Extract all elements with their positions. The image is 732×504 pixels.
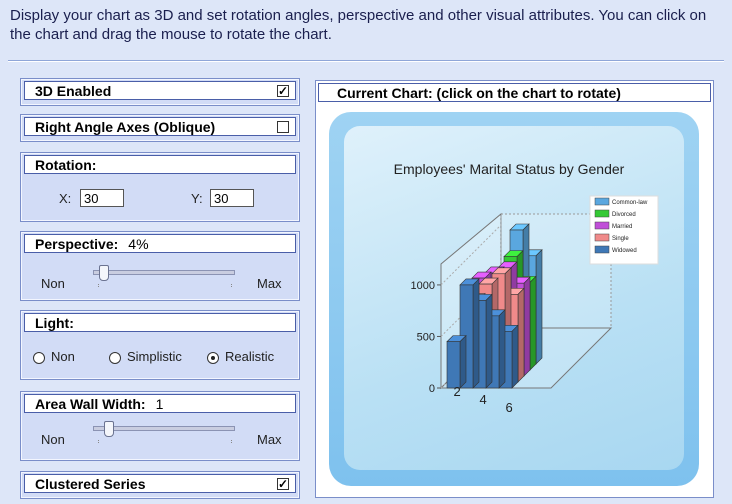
area-wall-label: Area Wall Width: [35, 396, 146, 412]
perspective-max-label: Max [257, 276, 282, 291]
legend-entry: Single [612, 236, 629, 242]
clustered-header[interactable]: Clustered Series ✓ [24, 474, 296, 493]
clustered-label: Clustered Series [35, 476, 146, 492]
light-header: Light: [24, 313, 296, 332]
area-wall-slider-thumb[interactable] [104, 421, 115, 437]
chart-area[interactable]: Employees' Marital Status by Gender 0 500… [344, 126, 684, 470]
rotation-x-label: X: [59, 191, 72, 206]
clustered-checkbox[interactable]: ✓ [277, 478, 289, 490]
3d-enabled-header[interactable]: 3D Enabled ✓ [24, 81, 296, 100]
bar-side [485, 293, 493, 389]
rotation-label: Rotation: [35, 157, 97, 173]
y-tick-label: 1000 [411, 280, 435, 292]
legend-swatch [594, 245, 610, 254]
rotation-y-input[interactable]: 30 [210, 189, 254, 207]
light-label: Light: [35, 315, 74, 331]
legend-entry: Widowed [612, 248, 637, 254]
perspective-label: Perspective: [35, 236, 119, 252]
description-text: Display your chart as 3D and set rotatio… [10, 7, 707, 43]
right-angle-checkbox[interactable] [277, 121, 289, 133]
chart-x-axis: 2 4 6 [454, 384, 513, 415]
bar-side [523, 276, 531, 377]
chart-title: Employees' Marital Status by Gender [394, 161, 625, 177]
perspective-slider-thumb[interactable] [98, 265, 109, 281]
legend-swatch [594, 221, 610, 230]
separator [8, 60, 724, 62]
rotation-y-label: Y: [191, 191, 203, 206]
x-tick-label: 4 [480, 392, 487, 407]
bar-side [511, 324, 519, 389]
bar-side [498, 309, 506, 389]
area-wall-ticks [98, 440, 232, 443]
perspective-ticks [98, 284, 232, 287]
option-area-wall: Area Wall Width: 1 Non Max [20, 391, 300, 461]
bar-side [472, 278, 480, 389]
option-clustered: Clustered Series ✓ [20, 471, 300, 499]
rotation-x-input[interactable]: 30 [80, 189, 124, 207]
bar-side [535, 249, 543, 365]
area-wall-max-label: Max [257, 432, 282, 447]
area-wall-slider[interactable] [93, 426, 235, 431]
bar-side [459, 334, 467, 389]
option-light: Light: Non Simplistic Realistic [20, 310, 300, 380]
area-wall-header: Area Wall Width: 1 [24, 394, 296, 413]
perspective-min-label: Non [41, 276, 65, 291]
legend-entry: Common-law [612, 200, 648, 206]
right-angle-header[interactable]: Right Angle Axes (Oblique) [24, 117, 296, 136]
light-radio-non[interactable] [33, 352, 45, 364]
legend-swatch [594, 197, 610, 206]
y-tick-label: 0 [429, 383, 435, 395]
light-option-realistic: Realistic [225, 349, 275, 364]
light-radio-simplistic[interactable] [109, 352, 121, 364]
option-perspective: Perspective: 4% Non Max [20, 231, 300, 301]
light-radio-realistic[interactable] [207, 352, 219, 364]
option-3d-enabled: 3D Enabled ✓ [20, 78, 300, 106]
legend-entry: Married [612, 224, 632, 230]
legend-swatch [594, 233, 610, 242]
current-chart-panel: Current Chart: (click on the chart to ro… [315, 80, 714, 498]
light-option-non: Non [51, 349, 75, 364]
perspective-value: 4% [128, 236, 149, 252]
legend-swatch [594, 209, 610, 218]
light-option-simplistic: Simplistic [127, 349, 182, 364]
rotation-header: Rotation: [24, 155, 296, 174]
bar-side [529, 275, 537, 371]
right-angle-label: Right Angle Axes (Oblique) [35, 119, 216, 135]
perspective-header: Perspective: 4% [24, 234, 296, 253]
perspective-slider[interactable] [93, 270, 235, 275]
x-tick-label: 6 [506, 400, 513, 415]
x-tick-label: 2 [454, 384, 461, 399]
chart-frame[interactable]: Employees' Marital Status by Gender 0 500… [329, 112, 699, 486]
3d-enabled-checkbox[interactable]: ✓ [277, 85, 289, 97]
bar [446, 341, 461, 389]
bar-side [517, 287, 525, 383]
3d-enabled-label: 3D Enabled [35, 83, 112, 99]
option-rotation: Rotation: X: 30 Y: 30 [20, 152, 300, 222]
y-tick-label: 500 [417, 331, 435, 343]
chart-panel-header: Current Chart: (click on the chart to ro… [318, 83, 711, 102]
chart-svg[interactable]: Employees' Marital Status by Gender 0 500… [344, 126, 684, 470]
chart-legend: Common-law Divorced Married Single Widowed [589, 195, 659, 265]
area-wall-min-label: Non [41, 432, 65, 447]
legend-entry: Divorced [612, 212, 636, 218]
option-right-angle: Right Angle Axes (Oblique) [20, 114, 300, 142]
area-wall-value: 1 [155, 396, 164, 412]
